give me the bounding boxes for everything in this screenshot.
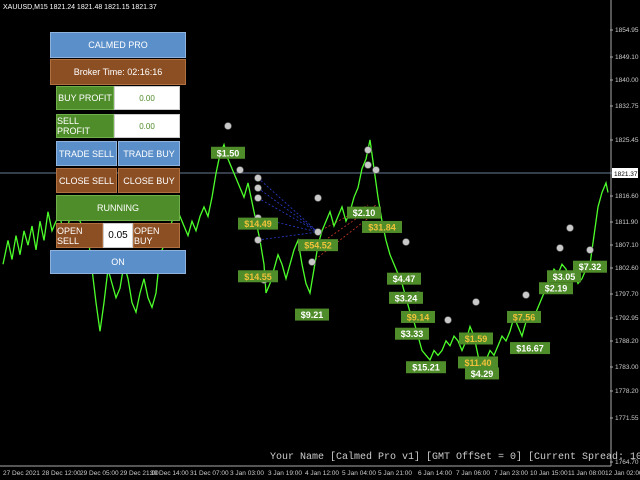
- close-sell-button[interactable]: CLOSE SELL: [56, 168, 117, 193]
- profit-tag: $3.05: [553, 272, 576, 282]
- trade-marker: [254, 236, 262, 244]
- x-tick-label: 5 Jan 21:00: [378, 470, 412, 477]
- profit-tag: $14.55: [244, 272, 272, 282]
- trade-buy-button[interactable]: TRADE BUY: [118, 141, 180, 166]
- y-tick-label: 1807.10: [615, 242, 639, 249]
- buy-profit-value: 0.00: [114, 86, 180, 110]
- x-tick-label: 11 Jan 08:00: [568, 470, 605, 477]
- profit-tag: $2.19: [545, 284, 568, 294]
- profit-tag: $2.10: [353, 208, 376, 218]
- trade-marker: [254, 194, 262, 202]
- x-tick-label: 31 Dec 07:00: [190, 470, 229, 477]
- lot-size-input[interactable]: 0.05: [103, 223, 133, 248]
- x-tick-label: 6 Jan 14:00: [418, 470, 452, 477]
- trade-marker: [444, 316, 452, 324]
- running-button[interactable]: RUNNING: [56, 195, 180, 221]
- profit-tag: $4.29: [471, 369, 494, 379]
- profit-tag: $14.49: [244, 219, 272, 229]
- trade-marker: [364, 161, 372, 169]
- y-tick-label: 1811.90: [615, 219, 638, 226]
- x-tick-label: 7 Jan 23:00: [494, 470, 528, 477]
- close-buy-button[interactable]: CLOSE BUY: [118, 168, 180, 193]
- profit-tag: $9.14: [407, 312, 430, 322]
- x-tick-label: 4 Jan 12:00: [305, 470, 339, 477]
- trade-marker: [566, 224, 574, 232]
- profit-tag: $11.40: [464, 358, 491, 368]
- profit-tag: $54.52: [304, 241, 332, 251]
- y-tick-label: 1825.45: [615, 137, 639, 144]
- profit-tag: $4.47: [393, 274, 416, 284]
- open-buy-button[interactable]: OPEN BUY: [133, 223, 180, 248]
- x-tick-label: 5 Jan 04:00: [342, 470, 376, 477]
- trade-marker: [556, 244, 564, 252]
- svg-text:1821.37: 1821.37: [614, 171, 638, 178]
- x-tick-label: 28 Dec 12:00: [42, 470, 81, 477]
- x-tick-label: 3 Jan 03:00: [230, 470, 264, 477]
- x-tick-label: 30 Dec 14:00: [150, 470, 189, 477]
- y-tick-label: 1816.60: [615, 193, 639, 200]
- trade-marker: [364, 146, 372, 154]
- profit-tag: $16.67: [516, 344, 544, 354]
- profit-tag: $1.50: [217, 148, 240, 158]
- open-sell-button[interactable]: OPEN SELL: [56, 223, 103, 248]
- y-tick-label: 1802.60: [615, 265, 639, 272]
- trade-marker: [254, 184, 262, 192]
- x-tick-label: 12 Jan 02:00: [605, 470, 640, 477]
- profit-tag: $31.84: [368, 222, 396, 232]
- trade-marker: [314, 194, 322, 202]
- y-tick-label: 1778.20: [615, 388, 639, 395]
- y-tick-label: 1849.10: [615, 54, 639, 61]
- profit-tag: $9.21: [301, 310, 324, 320]
- profit-tag: $3.24: [395, 293, 418, 303]
- y-tick-label: 1771.55: [615, 415, 639, 422]
- x-tick-label: 10 Jan 15:00: [530, 470, 568, 477]
- y-tick-label: 1783.00: [615, 364, 639, 371]
- trade-marker: [402, 238, 410, 246]
- trade-marker: [522, 291, 530, 299]
- trade-marker: [586, 246, 594, 254]
- symbol-header: XAUUSD,M15 1821.24 1821.48 1821.15 1821.…: [3, 4, 157, 11]
- trade-marker: [224, 122, 232, 130]
- y-tick-label: 1832.75: [615, 103, 639, 110]
- trade-marker: [236, 166, 244, 174]
- y-tick-label: 1788.20: [615, 338, 639, 345]
- trade-marker: [308, 258, 316, 266]
- buy-profit-label: BUY PROFIT: [56, 86, 114, 110]
- profit-tag: $7.56: [513, 312, 536, 322]
- trade-marker: [254, 174, 262, 182]
- y-tick-label: 1797.70: [615, 291, 639, 298]
- trade-marker: [472, 298, 480, 306]
- x-tick-label: 7 Jan 06:00: [456, 470, 490, 477]
- current-price-badge: 1821.37: [612, 168, 638, 178]
- y-tick-label: 1792.95: [615, 315, 639, 322]
- y-tick-label: 1840.00: [615, 77, 639, 84]
- panel-title: CALMED PRO: [50, 32, 186, 58]
- trade-marker: [314, 228, 322, 236]
- profit-tag: $15.21: [412, 363, 440, 373]
- footer-status: Your Name [Calmed Pro v1] [GMT OffSet = …: [270, 452, 640, 463]
- x-tick-label: 29 Dec 05:00: [80, 470, 119, 477]
- broker-time: Broker Time: 02:16:16: [50, 59, 186, 85]
- profit-tag: $7.32: [579, 262, 602, 272]
- x-tick-label: 27 Dec 2021: [3, 470, 40, 477]
- trade-sell-button[interactable]: TRADE SELL: [56, 141, 117, 166]
- profit-tag: $1.59: [465, 334, 488, 344]
- y-tick-label: 1854.95: [615, 27, 639, 34]
- profit-tag: $3.33: [401, 329, 424, 339]
- x-tick-label: 3 Jan 19:00: [268, 470, 302, 477]
- on-toggle-button[interactable]: ON: [50, 250, 186, 274]
- sell-profit-value: 0.00: [114, 114, 180, 138]
- sell-profit-label: SELL PROFIT: [56, 114, 114, 138]
- trade-marker: [372, 166, 380, 174]
